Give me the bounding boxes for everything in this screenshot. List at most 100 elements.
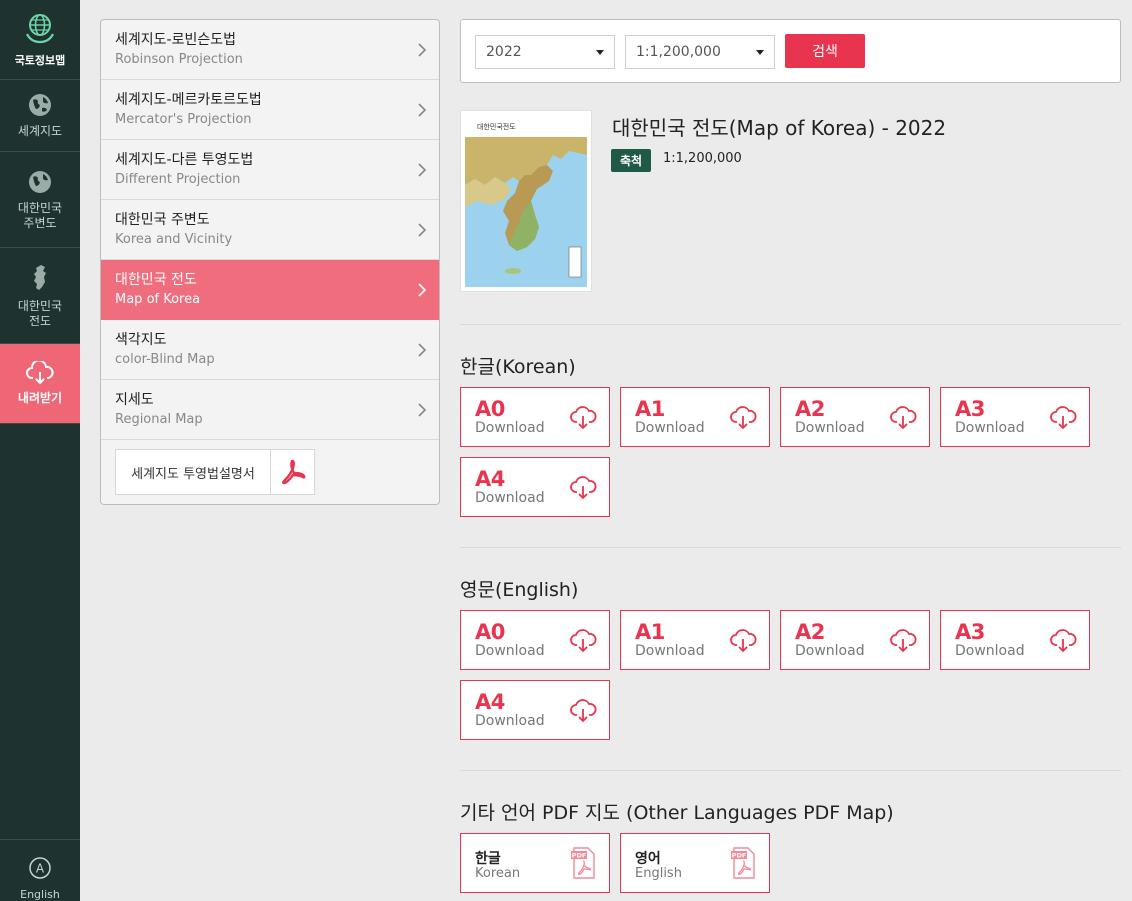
chevron-right-icon xyxy=(418,43,427,57)
paper-size-label: A0 xyxy=(475,620,505,644)
menu-item-mercator[interactable]: 세계지도-메르카토르도법 Mercator's Projection xyxy=(101,80,439,140)
pdf-button-en: Korean xyxy=(475,866,521,881)
paper-size-label: A4 xyxy=(475,690,505,714)
rail-item-korea-map[interactable]: 대한민국 전도 xyxy=(0,248,80,344)
paper-size-label: A4 xyxy=(475,467,505,491)
chevron-right-icon xyxy=(418,283,427,297)
download-label: Download xyxy=(955,643,1025,659)
pdf-file-icon: PDF xyxy=(571,847,595,879)
year-select[interactable]: 2022 xyxy=(475,35,615,69)
rail-item-label: 세계지도 xyxy=(17,124,63,138)
download-english-a3-button[interactable]: A3 Download xyxy=(940,610,1090,670)
acrobat-pdf-icon xyxy=(270,450,314,494)
svg-text:PDF: PDF xyxy=(732,852,747,860)
chevron-right-icon xyxy=(418,103,427,117)
menu-item-en: Different Projection xyxy=(115,172,241,187)
rail-item-label: 대한민국 주변도 xyxy=(17,200,63,230)
paper-size-label: A3 xyxy=(955,397,985,421)
download-label: Download xyxy=(955,420,1025,436)
rail-item-label: 대한민국 전도 xyxy=(17,298,63,328)
download-label: Download xyxy=(635,643,705,659)
english-section-title: 영문(English) xyxy=(460,579,579,601)
download-korean-a0-button[interactable]: A0 Download xyxy=(460,387,610,447)
download-label: Download xyxy=(795,420,865,436)
menu-item-en: Map of Korea xyxy=(115,292,201,307)
cloud-download-icon xyxy=(890,629,917,653)
korea-map-image: 대한민국전도 xyxy=(465,115,587,287)
globe-icon xyxy=(29,94,51,116)
download-english-a4-button[interactable]: A4 Download xyxy=(460,680,610,740)
download-korean-a1-button[interactable]: A1 Download xyxy=(620,387,770,447)
cloud-download-icon xyxy=(730,406,757,430)
rail-item-download[interactable]: 내려받기 xyxy=(0,344,80,424)
left-rail: 국토정보맵 세계지도 대한민국 주변도 대한민국 전도 내려받기 A Engli… xyxy=(0,0,80,901)
menu-item-en: color-Blind Map xyxy=(115,352,215,367)
cloud-download-icon xyxy=(570,699,597,723)
chevron-right-icon xyxy=(418,403,427,417)
paper-size-label: A3 xyxy=(955,620,985,644)
menu-item-en: Mercator's Projection xyxy=(115,112,252,127)
menu-item-color-blind[interactable]: 색각지도 color-Blind Map xyxy=(101,320,439,380)
menu-item-ko: 지세도 xyxy=(115,392,154,408)
projection-guide-label: 세계지도 투영법설명서 xyxy=(131,466,255,482)
menu-item-en: Robinson Projection xyxy=(115,52,243,67)
download-english-a0-button[interactable]: A0 Download xyxy=(460,610,610,670)
download-korean-a2-button[interactable]: A2 Download xyxy=(780,387,930,447)
search-panel: 2022 1:1,200,000 검색 xyxy=(460,19,1121,83)
download-label: Download xyxy=(475,713,545,729)
svg-text:PDF: PDF xyxy=(572,852,587,860)
map-title: 대한민국 전도(Map of Korea) - 2022 xyxy=(612,116,947,140)
map-category-menu: 세계지도-로빈슨도법 Robinson Projection 세계지도-메르카토… xyxy=(100,19,440,505)
download-label: Download xyxy=(475,420,545,436)
divider xyxy=(460,547,1121,548)
download-label: Download xyxy=(475,490,545,506)
logo[interactable]: 국토정보맵 xyxy=(0,0,80,80)
cloud-download-icon xyxy=(730,629,757,653)
menu-item-en: Korea and Vicinity xyxy=(115,232,233,247)
cloud-download-icon xyxy=(1050,629,1077,653)
cloud-download-icon xyxy=(1050,406,1077,430)
pdf-button-en: English xyxy=(635,866,682,881)
download-english-a2-button[interactable]: A2 Download xyxy=(780,610,930,670)
rail-item-korea-vicinity[interactable]: 대한민국 주변도 xyxy=(0,152,80,248)
pdf-korean-button[interactable]: 한글 Korean PDF xyxy=(460,833,610,893)
download-label: Download xyxy=(475,643,545,659)
paper-size-label: A2 xyxy=(795,397,825,421)
menu-item-robinson[interactable]: 세계지도-로빈슨도법 Robinson Projection xyxy=(101,20,439,80)
map-thumbnail[interactable]: 대한민국전도 xyxy=(460,110,592,292)
globe-icon xyxy=(29,170,51,193)
projection-guide-button[interactable]: 세계지도 투영법설명서 xyxy=(115,449,315,495)
paper-size-label: A2 xyxy=(795,620,825,644)
scale-select[interactable]: 1:1,200,000 xyxy=(625,35,775,69)
caret-down-icon xyxy=(596,50,604,55)
download-english-a1-button[interactable]: A1 Download xyxy=(620,610,770,670)
pdf-english-button[interactable]: 영어 English PDF xyxy=(620,833,770,893)
app: 국토정보맵 세계지도 대한민국 주변도 대한민국 전도 내려받기 A Engli… xyxy=(0,0,1132,901)
cloud-download-icon xyxy=(570,406,597,430)
pdf-file-icon: PDF xyxy=(731,847,755,879)
download-label: Download xyxy=(635,420,705,436)
chevron-right-icon xyxy=(418,163,427,177)
download-korean-a3-button[interactable]: A3 Download xyxy=(940,387,1090,447)
menu-item-ko: 세계지도-로빈슨도법 xyxy=(115,32,236,48)
paper-size-label: A1 xyxy=(635,620,665,644)
scale-value: 1:1,200,000 xyxy=(663,151,742,166)
menu-item-map-of-korea[interactable]: 대한민국 전도 Map of Korea xyxy=(101,260,439,320)
menu-item-ko: 세계지도-다른 투영도법 xyxy=(115,152,254,168)
globe-hands-icon xyxy=(26,13,54,43)
scale-select-value: 1:1,200,000 xyxy=(636,44,721,60)
language-switch[interactable]: A English xyxy=(0,839,80,901)
rail-item-world-map[interactable]: 세계지도 xyxy=(0,80,80,152)
korean-section-title: 한글(Korean) xyxy=(460,356,576,378)
language-label: English xyxy=(20,888,60,901)
menu-item-ko: 대한민국 주변도 xyxy=(115,212,210,228)
thumbnail-caption: 대한민국전도 xyxy=(477,122,516,131)
menu-item-korea-vicinity[interactable]: 대한민국 주변도 Korea and Vicinity xyxy=(101,200,439,260)
search-button[interactable]: 검색 xyxy=(785,34,865,68)
logo-text: 국토정보맵 xyxy=(14,53,66,67)
menu-item-different-projection[interactable]: 세계지도-다른 투영도법 Different Projection xyxy=(101,140,439,200)
menu-item-regional[interactable]: 지세도 Regional Map xyxy=(101,380,439,440)
rail-item-label: 내려받기 xyxy=(17,391,63,405)
download-korean-a4-button[interactable]: A4 Download xyxy=(460,457,610,517)
cloud-download-icon xyxy=(570,476,597,500)
